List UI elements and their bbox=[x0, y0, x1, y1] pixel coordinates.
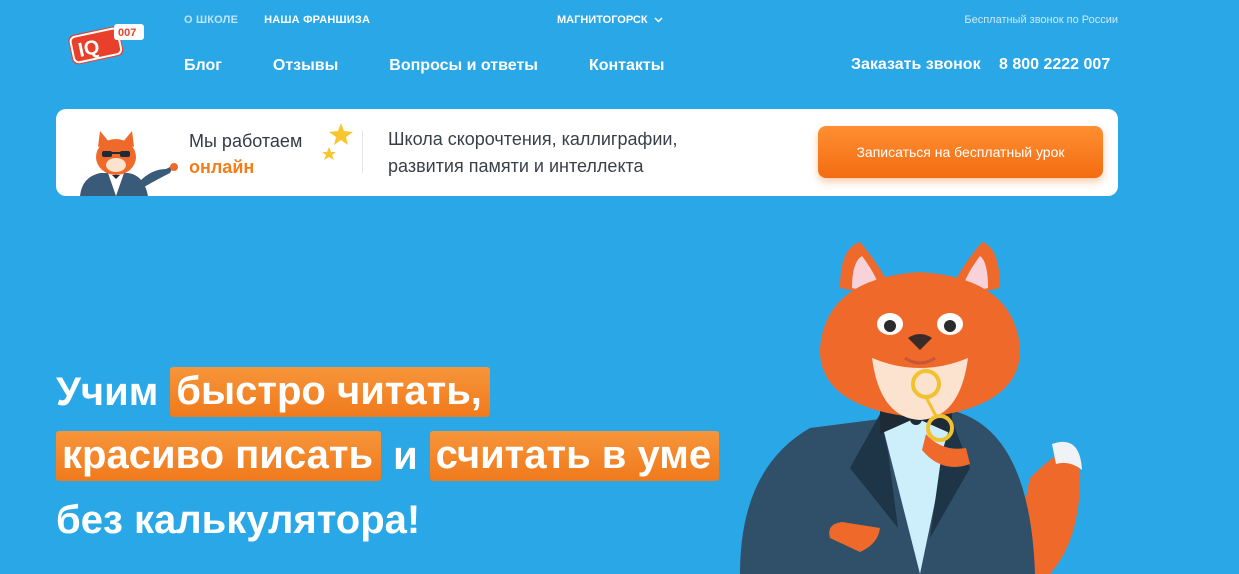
chevron-down-icon bbox=[654, 17, 663, 23]
hero-highlight-count: считать в уме bbox=[429, 431, 720, 481]
top-nav-franchise[interactable]: НАША ФРАНШИЗА bbox=[264, 14, 370, 26]
free-call-note: Бесплатный звонок по России bbox=[964, 14, 1118, 26]
main-nav: Блог Отзывы Вопросы и ответы Контакты bbox=[184, 57, 715, 75]
fox-mascot-illustration bbox=[740, 242, 1082, 574]
svg-text:IQ: IQ bbox=[76, 36, 101, 62]
free-lesson-button[interactable]: Записаться на бесплатный урок bbox=[818, 126, 1103, 178]
hero-heading: Учим быстро читать, красиво писать и счи… bbox=[56, 360, 720, 552]
nav-contacts[interactable]: Контакты bbox=[589, 57, 664, 75]
online-status: Мы работаем онлайн bbox=[189, 128, 302, 180]
iq007-logo[interactable]: IQ 007 bbox=[68, 20, 150, 68]
online-line1: Мы работаем bbox=[189, 131, 303, 151]
online-line2: онлайн bbox=[189, 157, 255, 177]
hero-word-and: и bbox=[393, 434, 418, 478]
phone-number[interactable]: 8 800 2222 007 bbox=[999, 56, 1110, 74]
order-call-link[interactable]: Заказать звонок bbox=[851, 56, 981, 74]
hero-highlight-write: красиво писать bbox=[56, 431, 382, 481]
info-banner: Мы работаем онлайн Школа скорочтения, ка… bbox=[56, 109, 1118, 196]
city-selector[interactable]: МАГНИТОГОРСК bbox=[557, 14, 663, 26]
nav-reviews[interactable]: Отзывы bbox=[273, 57, 338, 75]
top-nav: О ШКОЛЕ НАША ФРАНШИЗА bbox=[184, 14, 370, 26]
city-label: МАГНИТОГОРСК bbox=[557, 14, 648, 26]
hero-highlight-read: быстро читать, bbox=[170, 367, 490, 417]
nav-faq[interactable]: Вопросы и ответы bbox=[389, 57, 538, 75]
stars-icon bbox=[322, 123, 353, 160]
school-slogan: Школа скорочтения, каллиграфии, развития… bbox=[388, 129, 678, 176]
nav-blog[interactable]: Блог bbox=[184, 57, 222, 75]
fox-mascot-small-icon bbox=[80, 131, 178, 196]
top-nav-about[interactable]: О ШКОЛЕ bbox=[184, 14, 238, 26]
svg-text:007: 007 bbox=[118, 27, 136, 39]
banner-divider bbox=[362, 131, 363, 173]
hero-line-calculator: без калькулятора! bbox=[56, 498, 421, 542]
hero-word-uchim: Учим bbox=[56, 370, 159, 414]
